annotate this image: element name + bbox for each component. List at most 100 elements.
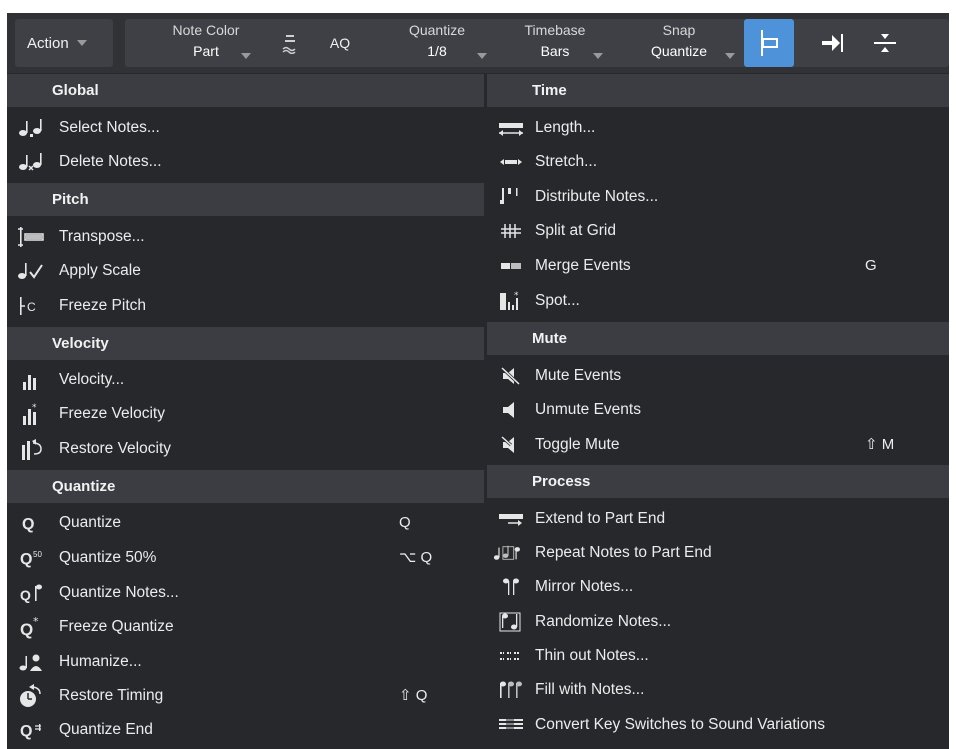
fill-with-notes-icon [493, 673, 529, 707]
menu-item-label: Fill with Notes... [535, 681, 645, 698]
menu-item-select-notes[interactable]: Select Notes... [7, 111, 484, 145]
menu-item-label: Select Notes... [59, 119, 160, 136]
svg-text:C: C [27, 300, 36, 314]
menu-item-distribute-notes[interactable]: Distribute Notes... [487, 180, 949, 214]
note-expression-icon[interactable] [275, 19, 305, 67]
menu-item-label: Extend to Part End [535, 510, 666, 527]
select-notes-icon [13, 111, 49, 145]
menu-item-mirror-notes[interactable]: Mirror Notes... [487, 570, 949, 604]
chevron-down-icon [241, 53, 251, 59]
timebase-value: Bars [540, 43, 570, 59]
menu-item-freeze-pitch[interactable]: C Freeze Pitch [7, 289, 484, 323]
svg-text:Q: Q [20, 587, 31, 603]
menu-item-restore-velocity[interactable]: Restore Velocity [7, 432, 484, 466]
snap-toggle-button[interactable] [744, 19, 794, 67]
freeze-pitch-icon: C [13, 289, 49, 323]
menu-item-quantize[interactable]: Q Quantize Q [7, 506, 484, 540]
collapse-icon [874, 34, 896, 52]
snap-icon [761, 30, 778, 56]
menu-item-delete-notes[interactable]: Delete Notes... [7, 145, 484, 179]
menu-item-transpose[interactable]: Transpose... [7, 220, 484, 254]
menu-item-quantize-end[interactable]: Q Quantize End [7, 713, 484, 747]
shortcut-label: G [865, 257, 877, 274]
mirror-notes-icon [493, 570, 529, 604]
distribute-notes-icon [493, 180, 529, 214]
shortcut-label: ⇧ M [865, 436, 895, 453]
menu-item-toggle-mute[interactable]: Toggle Mute ⇧ M [487, 428, 949, 462]
transpose-icon [13, 220, 49, 254]
quantize-icon: Q [13, 506, 49, 540]
svg-text:Q: Q [20, 620, 33, 639]
section-header-time: Time [487, 74, 949, 107]
menu-item-label: Unmute Events [535, 401, 641, 418]
toolbar: Action Note Color Part AQ Quantize 1/8 T… [0, 0, 959, 73]
menu-item-extend-to-part-end[interactable]: Extend to Part End [487, 502, 949, 536]
menu-item-merge-events[interactable]: Merge Events G [487, 249, 949, 283]
menu-item-stretch[interactable]: Stretch... [487, 145, 949, 179]
aq-label: AQ [329, 35, 351, 51]
action-button[interactable]: Action [15, 19, 113, 67]
shortcut-label: ⇧ Q [399, 687, 428, 704]
snap-select[interactable]: Snap Quantize [629, 19, 735, 67]
svg-text:Q: Q [20, 551, 32, 568]
velocity-icon [13, 363, 49, 397]
menu-item-split-at-grid[interactable]: Split at Grid [487, 214, 949, 248]
menu-item-repeat-notes[interactable]: Repeat Notes to Part End [487, 536, 949, 570]
menu-item-fill-with-notes[interactable]: Fill with Notes... [487, 673, 949, 707]
menu-item-label: Freeze Quantize [59, 618, 174, 635]
restore-velocity-icon [13, 432, 49, 466]
svg-text:*: * [514, 291, 519, 301]
repeat-notes-icon [493, 536, 529, 570]
menu-item-quantize-50[interactable]: Q 50 Quantize 50% ⌥ Q [7, 541, 484, 575]
randomize-notes-icon [493, 605, 529, 639]
apply-scale-icon [13, 254, 49, 288]
menu-item-mute-events[interactable]: Mute Events [487, 359, 949, 393]
aq-button[interactable]: AQ [323, 19, 357, 67]
menu-item-label: Quantize 50% [59, 549, 157, 566]
toolbar-strip: Action Note Color Part AQ Quantize 1/8 T… [7, 13, 949, 73]
chevron-down-icon [725, 53, 735, 59]
freeze-velocity-icon: * [13, 397, 49, 431]
svg-text:Q: Q [20, 723, 32, 740]
menu-item-apply-scale[interactable]: Apply Scale [7, 254, 484, 288]
section-header-pitch: Pitch [7, 183, 484, 216]
toggle-mute-icon [493, 428, 529, 462]
menu-item-label: Quantize End [59, 721, 153, 738]
menu-item-freeze-quantize[interactable]: Q * Freeze Quantize [7, 610, 484, 644]
note-color-select[interactable]: Note Color Part [145, 19, 267, 67]
section-header-quantize: Quantize [7, 470, 484, 503]
menu-item-humanize[interactable]: Humanize... [7, 645, 484, 679]
quantize-select[interactable]: Quantize 1/8 [389, 19, 487, 67]
menu-item-label: Randomize Notes... [535, 613, 672, 630]
thin-out-notes-icon [493, 639, 529, 673]
action-label: Action [27, 34, 69, 52]
timebase-label: Timebase [524, 22, 586, 38]
menu-item-velocity[interactable]: Velocity... [7, 363, 484, 397]
menu-item-restore-timing[interactable]: Restore Timing ⇧ Q [7, 679, 484, 713]
menu-item-label: Apply Scale [59, 262, 141, 279]
auto-scroll-button[interactable] [811, 19, 855, 67]
menu-item-label: Length... [535, 119, 596, 136]
menu-item-label: Freeze Pitch [59, 297, 147, 314]
delete-notes-icon [13, 145, 49, 179]
collapse-button[interactable] [863, 19, 907, 67]
menu-item-freeze-velocity[interactable]: * Freeze Velocity [7, 397, 484, 431]
menu-item-convert-key-switches[interactable]: Convert Key Switches to Sound Variations [487, 708, 949, 742]
menu-item-label: Delete Notes... [59, 153, 162, 170]
menu-item-label: Distribute Notes... [535, 188, 659, 205]
spot-icon: * [493, 284, 529, 318]
menu-item-label: Toggle Mute [535, 436, 620, 453]
svg-text:50: 50 [33, 550, 42, 559]
mute-events-icon [493, 359, 529, 393]
menu-item-quantize-notes[interactable]: Q Quantize Notes... [7, 576, 484, 610]
stretch-icon [493, 145, 529, 179]
section-header-velocity: Velocity [7, 327, 484, 360]
timebase-select[interactable]: Timebase Bars [507, 19, 603, 67]
menu-item-randomize-notes[interactable]: Randomize Notes... [487, 605, 949, 639]
menu-item-unmute-events[interactable]: Unmute Events [487, 393, 949, 427]
menu-item-thin-out-notes[interactable]: Thin out Notes... [487, 639, 949, 673]
svg-text:*: * [33, 615, 39, 628]
menu-item-length[interactable]: Length... [487, 111, 949, 145]
menu-item-spot[interactable]: * Spot... [487, 284, 949, 318]
menu-item-label: Merge Events [535, 257, 631, 274]
